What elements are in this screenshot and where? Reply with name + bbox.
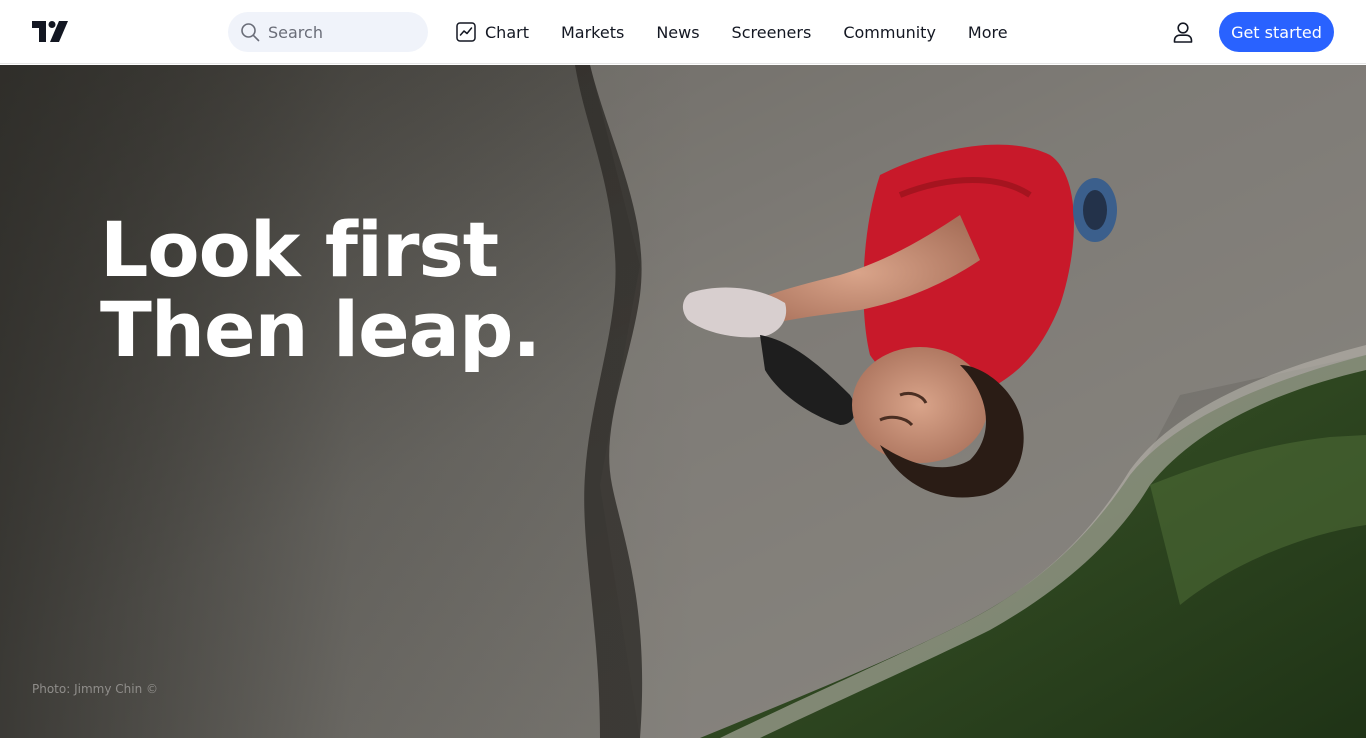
nav-item-chart[interactable]: Chart (452, 12, 545, 52)
search-box[interactable] (228, 12, 428, 52)
nav-item-label: Chart (485, 22, 529, 42)
hero-section: Look first Then leap. Photo: Jimmy Chin … (0, 65, 1366, 738)
user-icon (1173, 22, 1193, 43)
chart-icon (456, 22, 476, 42)
get-started-button[interactable]: Get started (1219, 12, 1334, 52)
hero-headline-line-2: Then leap. (100, 285, 541, 374)
nav-item-more[interactable]: More (952, 12, 1024, 52)
photo-credit: Photo: Jimmy Chin © (32, 682, 158, 696)
user-menu-button[interactable] (1168, 17, 1198, 47)
nav-item-screeners[interactable]: Screeners (716, 12, 828, 52)
nav-item-community[interactable]: Community (827, 12, 952, 52)
hero-headline: Look first Then leap. (100, 205, 541, 374)
hero-climber-photo (0, 65, 1366, 738)
nav-item-label: Markets (560, 22, 625, 42)
search-icon (241, 23, 260, 42)
nav-item-news[interactable]: News (640, 12, 715, 52)
nav-item-markets[interactable]: Markets (545, 12, 640, 52)
nav-item-label: More (967, 22, 1008, 42)
main-nav: Chart Markets News Screeners Community M… (452, 0, 1024, 64)
nav-item-label: Community (843, 22, 936, 42)
nav-item-label: News (656, 22, 700, 42)
search-input[interactable] (268, 22, 418, 42)
tradingview-logo-icon[interactable] (32, 21, 68, 42)
top-navigation-bar: Chart Markets News Screeners Community M… (0, 0, 1366, 64)
hero-headline-line-1: Look first (100, 205, 499, 294)
nav-item-label: Screeners (731, 22, 812, 42)
